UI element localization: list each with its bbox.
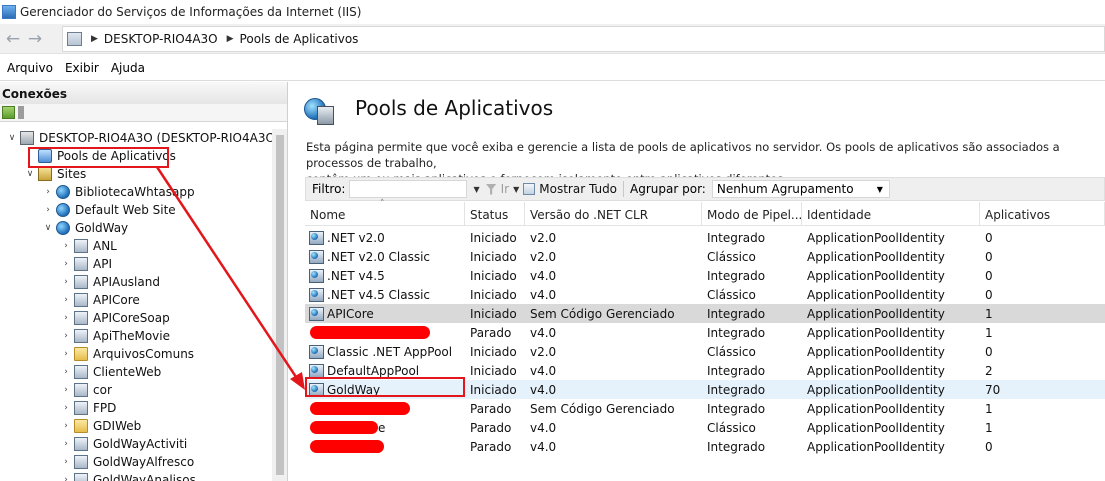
annotation-arrow [155,166,305,390]
